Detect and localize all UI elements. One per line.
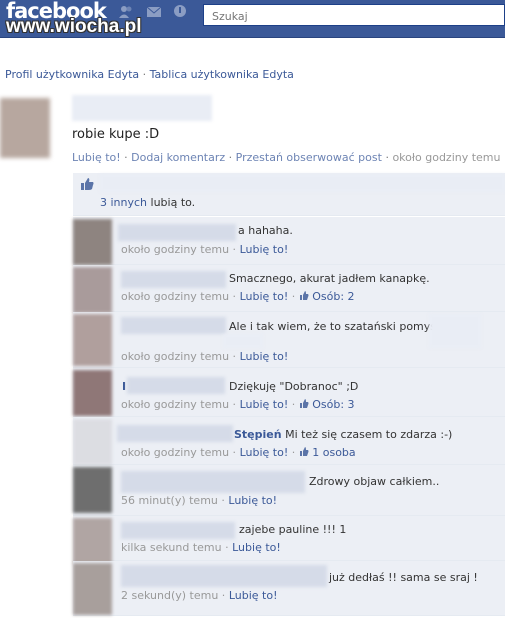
- comment-item: zajebe pauline !!! 1 kilka sekund temu ·…: [73, 516, 505, 564]
- commenter-avatar[interactable]: [73, 518, 112, 564]
- comment-meta: kilka sekund temu · Lubię to!: [121, 541, 281, 554]
- watermark: www.wiocha.pl: [6, 16, 142, 37]
- thumbs-up-icon: [299, 447, 309, 457]
- post-author-avatar[interactable]: [0, 98, 50, 158]
- top-navigation-bar: facebook www.wiocha.pl: [0, 0, 505, 38]
- comment-item: już dedłaś !! sama se sraj ! 2 sekund(y)…: [73, 561, 505, 616]
- comment-likes-count[interactable]: 1 osoba: [312, 446, 355, 459]
- commenter-name[interactable]: Stępień: [234, 428, 282, 441]
- post-text: robie kupe :D: [72, 127, 160, 142]
- thumbs-up-icon: [299, 399, 309, 409]
- comment-item: Smacznego, akurat jadłem kanapkę. około …: [73, 265, 505, 313]
- comment-like-link[interactable]: Lubię to!: [240, 243, 289, 256]
- comment-meta: około godziny temu · Lubię to! · Osób: 2: [121, 290, 355, 303]
- comment-timestamp: kilka sekund temu: [121, 541, 222, 554]
- comment-timestamp: około godziny temu: [121, 243, 230, 256]
- comment-text: Smacznego, akurat jadłem kanapkę.: [229, 272, 430, 285]
- breadcrumb-separator: ·: [142, 68, 147, 81]
- commenter-name-redacted[interactable]: [121, 317, 226, 334]
- comment-meta: około godziny temu · Lubię to!: [121, 350, 289, 363]
- breadcrumb: Profil użytkownika Edyta · Tablica użytk…: [5, 68, 294, 81]
- comment-like-link[interactable]: Lubię to!: [228, 494, 277, 507]
- notifications-icon[interactable]: [172, 4, 188, 19]
- comment-text: a hahaha.: [238, 224, 293, 237]
- comment-line: Stępień Mi też się czasem to zdarza :-): [234, 428, 452, 441]
- commenter-avatar[interactable]: [73, 467, 112, 513]
- post-timestamp: około godziny temu: [392, 151, 501, 164]
- comment-text: Ale i tak wiem, że to szatański pomysł: [229, 320, 440, 333]
- comment-meta: około godziny temu · Lubię to! · 1 osoba: [121, 446, 356, 459]
- commenter-avatar[interactable]: [73, 370, 112, 416]
- messages-icon[interactable]: [146, 4, 162, 19]
- comment-item: Stępień Mi też się czasem to zdarza :-) …: [73, 417, 505, 465]
- thumbs-up-icon: [80, 177, 94, 191]
- comment-meta: 56 minut(y) temu · Lubię to!: [121, 494, 278, 507]
- commenter-name[interactable]: I: [122, 380, 126, 393]
- search-input[interactable]: [210, 6, 494, 26]
- commenter-avatar[interactable]: [73, 267, 112, 313]
- profile-link[interactable]: Profil użytkownika Edyta: [5, 68, 139, 81]
- others-likes-link[interactable]: 3 innych: [100, 196, 147, 209]
- comment-timestamp: około godziny temu: [121, 290, 230, 303]
- comment-like-link[interactable]: Lubię to!: [240, 398, 289, 411]
- likes-suffix: lubią to.: [150, 196, 196, 209]
- comment-text: zajebe pauline !!! 1: [239, 523, 347, 536]
- comment-item: a hahaha. około godziny temu · Lubię to!: [73, 217, 505, 265]
- comment-timestamp: 2 sekund(y) temu: [121, 589, 219, 602]
- likers-names-redacted[interactable]: [100, 174, 505, 192]
- search-box[interactable]: [203, 4, 505, 26]
- comment-timestamp: około godziny temu: [121, 398, 230, 411]
- comment-like-link[interactable]: Lubię to!: [240, 290, 289, 303]
- comment-text-redacted: [223, 334, 263, 348]
- comment-timestamp: 56 minut(y) temu: [121, 494, 218, 507]
- comment-text: Mi też się czasem to zdarza :-): [285, 428, 453, 441]
- comment-like-link[interactable]: Lubię to!: [229, 589, 278, 602]
- commenter-avatar[interactable]: [73, 219, 112, 265]
- commenter-name-redacted[interactable]: [117, 425, 233, 442]
- comment-like-link[interactable]: Lubię to!: [240, 446, 289, 459]
- commenter-avatar[interactable]: [73, 314, 112, 366]
- commenter-name-redacted[interactable]: [121, 471, 305, 493]
- comment-text-redacted: [429, 314, 481, 348]
- comment-meta: 2 sekund(y) temu · Lubię to!: [121, 589, 278, 602]
- comment-like-link[interactable]: Lubię to!: [232, 541, 281, 554]
- wall-link[interactable]: Tablica użytkownika Edyta: [150, 68, 294, 81]
- comment-text: Dziękuję "Dobranoc" ;D: [229, 380, 359, 393]
- likes-summary: 3 innych lubią to.: [100, 196, 195, 209]
- commenter-avatar[interactable]: [73, 563, 112, 615]
- comment-timestamp: około godziny temu: [121, 446, 230, 459]
- add-comment-link[interactable]: Dodaj komentarz: [131, 151, 225, 164]
- comment-like-link[interactable]: Lubię to!: [240, 350, 289, 363]
- unfollow-post-link[interactable]: Przestań obserwować post: [236, 151, 382, 164]
- comment-item: I Dziękuję "Dobranoc" ;D około godziny t…: [73, 368, 505, 417]
- comment-text: Zdrowy objaw całkiem..: [309, 475, 440, 488]
- post-like-link[interactable]: Lubię to!: [72, 151, 121, 164]
- commenter-name-redacted[interactable]: [127, 377, 225, 394]
- commenter-name-redacted[interactable]: [121, 271, 226, 288]
- commenter-name-redacted[interactable]: [121, 565, 327, 587]
- post-author-name-redacted[interactable]: [72, 95, 212, 121]
- comment-meta: około godziny temu · Lubię to! · Osób: 3: [121, 398, 355, 411]
- comment-meta: około godziny temu · Lubię to!: [121, 243, 289, 256]
- post-actions: Lubię to! · Dodaj komentarz · Przestań o…: [72, 151, 501, 164]
- comment-likes-count[interactable]: Osób: 2: [312, 290, 354, 303]
- commenter-name-redacted[interactable]: [118, 224, 236, 241]
- thumbs-up-icon: [299, 291, 309, 301]
- commenter-avatar[interactable]: [73, 419, 112, 465]
- comment-item: Zdrowy objaw całkiem.. 56 minut(y) temu …: [73, 465, 505, 516]
- comment-item: Ale i tak wiem, że to szatański pomysł o…: [73, 312, 505, 368]
- commenter-name-redacted[interactable]: [121, 522, 235, 539]
- comment-timestamp: około godziny temu: [121, 350, 230, 363]
- comment-text: już dedłaś !! sama se sraj !: [329, 571, 478, 584]
- comment-likes-count[interactable]: Osób: 3: [312, 398, 354, 411]
